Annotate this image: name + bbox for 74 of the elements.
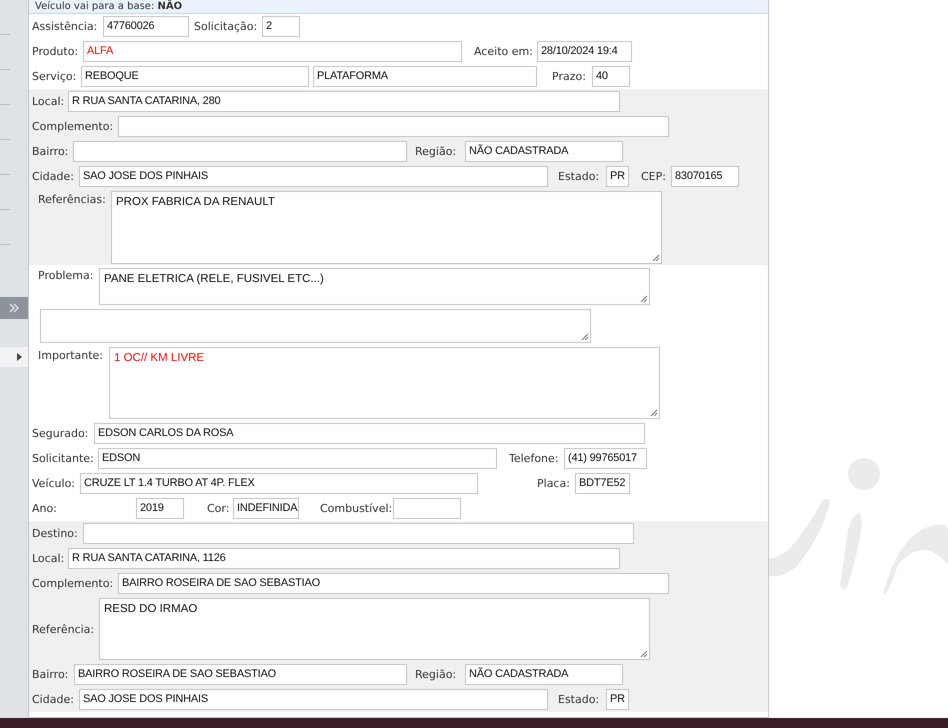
input-field[interactable]: PR [606, 166, 629, 187]
input-field[interactable]: NÃO CADASTRADA [465, 141, 623, 162]
input-field[interactable]: R RUA SANTA CATARINA, 1126 [68, 548, 620, 569]
resize-grip-icon[interactable] [639, 649, 648, 658]
field-label: Veículo: [32, 477, 76, 490]
field-label: Região: [415, 668, 458, 681]
input-field[interactable]: CRUZE LT 1.4 TURBO AT 4P. FLEX [80, 473, 478, 494]
input-field[interactable]: SAO JOSE DOS PINHAIS [79, 689, 548, 710]
input-field[interactable]: REBOQUE [81, 66, 309, 87]
input-field[interactable]: BDT7E52 [575, 473, 630, 494]
field-label: Assistência: [32, 20, 98, 33]
caret-icon[interactable] [17, 353, 22, 361]
resize-grip-icon[interactable] [651, 252, 660, 262]
input-field[interactable]: EDSON [98, 448, 497, 469]
field-label: Segurado: [32, 427, 90, 440]
input-field[interactable]: 2019 [136, 498, 184, 519]
field-label: Local: [32, 552, 66, 565]
field-label: Estado: [558, 693, 600, 706]
input-field[interactable]: 40 [592, 66, 630, 87]
input-field[interactable]: 47760026 [103, 16, 189, 37]
field-label: Bairro: [32, 145, 70, 158]
expand-button[interactable] [0, 297, 28, 319]
input-field[interactable]: R RUA SANTA CATARINA, 280 [68, 91, 620, 112]
input-field[interactable] [393, 498, 461, 519]
resize-grip-icon[interactable] [639, 294, 648, 302]
field-label: Produto: [32, 45, 80, 58]
input-field[interactable]: SAO JOSE DOS PINHAIS [79, 166, 548, 187]
resize-grip-icon[interactable] [649, 408, 658, 417]
field-label: Bairro: [32, 668, 70, 681]
text-area[interactable]: RESD DO IRMAO [99, 598, 650, 660]
field-label: Placa: [537, 477, 571, 490]
field-label: Complemento: [32, 120, 114, 133]
field-label: Destino: [32, 527, 79, 540]
field-label: Problema: [37, 268, 94, 282]
input-field[interactable] [83, 523, 634, 544]
input-field[interactable]: ALFA [83, 41, 462, 62]
field-label: Cor: [207, 502, 230, 515]
field-label: Complemento: [32, 577, 114, 590]
field-label: Serviço: [32, 70, 78, 83]
text-area[interactable]: 1 OC// KM LIVRE [109, 347, 660, 419]
field-label: Referências: [37, 192, 107, 206]
field-label: Combustível: [320, 502, 393, 515]
input-field[interactable]: 2 [262, 16, 300, 37]
input-field[interactable]: NÃO CADASTRADA [465, 664, 623, 685]
field-label: Referência: [32, 622, 96, 636]
field-label: Telefone: [509, 452, 560, 465]
field-label: Aceito em: [474, 45, 534, 58]
input-field[interactable] [73, 141, 407, 162]
field-label: Prazo: [552, 70, 587, 83]
field-label: Região: [415, 145, 458, 158]
base-status-text: Veículo vai para a base: NÃO [29, 0, 768, 14]
field-label: Estado: [558, 170, 600, 183]
input-field[interactable]: (41) 99765017 [564, 448, 647, 469]
input-field[interactable] [118, 116, 669, 137]
text-area[interactable]: PROX FABRICA DA RENAULT [111, 190, 662, 264]
input-field[interactable]: PR [606, 689, 629, 710]
input-field[interactable]: BAIRRO ROSEIRA DE SAO SEBASTIAO [74, 664, 407, 685]
field-label: Local: [32, 95, 66, 108]
field-label: Solicitação: [194, 20, 258, 33]
field-label: Ano: [32, 502, 58, 515]
resize-grip-icon[interactable] [580, 332, 589, 341]
input-field[interactable]: 83070165 [671, 166, 739, 187]
field-label: Cidade: [32, 170, 75, 183]
text-area[interactable]: PANE ELETRICA (RELE, FUSIVEL ETC...) [99, 268, 650, 304]
field-label: CEP: [641, 170, 667, 183]
input-field[interactable]: EDSON CARLOS DA ROSA [94, 423, 645, 444]
input-field[interactable]: BAIRRO ROSEIRA DE SAO SEBASTIAO [118, 573, 669, 594]
input-field[interactable]: 28/10/2024 19:4 [537, 41, 632, 62]
field-label: Importante: [37, 348, 104, 362]
field-label: Solicitante: [32, 452, 95, 465]
input-field[interactable]: PLATAFORMA [313, 66, 537, 87]
input-field[interactable]: INDEFINIDA [233, 498, 299, 519]
double-chevron-icon [8, 302, 20, 314]
field-label: Cidade: [32, 693, 75, 706]
